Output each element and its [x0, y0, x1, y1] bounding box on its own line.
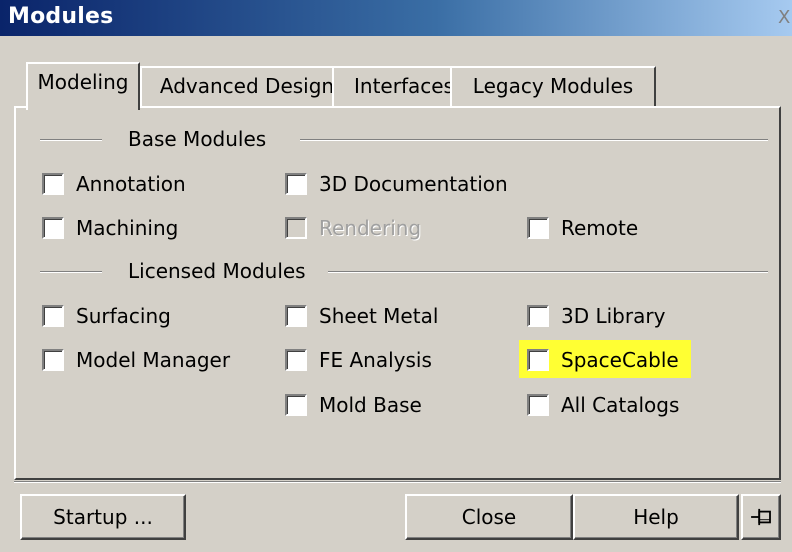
checkbox-box[interactable] [527, 305, 549, 327]
annotation-checkbox[interactable]: Annotation [42, 169, 186, 199]
window-title: Modules [8, 4, 114, 29]
rendering-checkbox: Rendering [285, 213, 421, 243]
pin-button[interactable] [741, 494, 781, 540]
remote-checkbox[interactable]: Remote [527, 213, 638, 243]
spacecable-checkbox[interactable]: SpaceCable [527, 345, 679, 375]
fe-analysis-checkbox[interactable]: FE Analysis [285, 345, 432, 375]
checkbox-box[interactable] [42, 349, 64, 371]
checkbox-box[interactable] [527, 217, 549, 239]
sheet-metal-label: Sheet Metal [319, 304, 439, 328]
button-bar-separator [14, 481, 781, 483]
checkbox-box[interactable] [285, 394, 307, 416]
checkbox-box[interactable] [527, 394, 549, 416]
tab-panel-modeling [14, 106, 781, 480]
checkbox-box[interactable] [527, 349, 549, 371]
tab-advanced-design[interactable]: Advanced Design [140, 66, 354, 106]
licensed-modules-heading: Licensed Modules [124, 259, 310, 283]
fe-analysis-label: FE Analysis [319, 348, 432, 372]
checkbox-box[interactable] [285, 349, 307, 371]
machining-label: Machining [76, 216, 179, 240]
machining-checkbox[interactable]: Machining [42, 213, 178, 243]
spacecable-label: SpaceCable [561, 348, 679, 372]
surfacing-checkbox[interactable]: Surfacing [42, 301, 171, 331]
pin-icon [751, 508, 771, 526]
3d-library-checkbox[interactable]: 3D Library [527, 301, 665, 331]
all-catalogs-checkbox[interactable]: All Catalogs [527, 390, 679, 420]
3d-documentation-label: 3D Documentation [319, 172, 508, 196]
sheet-metal-checkbox[interactable]: Sheet Metal [285, 301, 438, 331]
base-modules-rule-left [40, 139, 102, 141]
checkbox-box[interactable] [42, 217, 64, 239]
title-bar: Modules X [0, 0, 792, 36]
checkbox-box[interactable] [285, 305, 307, 327]
licensed-modules-rule-left [40, 271, 102, 273]
3d-documentation-checkbox[interactable]: 3D Documentation [285, 169, 508, 199]
model-manager-checkbox[interactable]: Model Manager [42, 345, 230, 375]
annotation-label: Annotation [76, 172, 186, 196]
rendering-label: Rendering [319, 216, 422, 240]
checkbox-box[interactable] [42, 305, 64, 327]
remote-label: Remote [561, 216, 639, 240]
model-manager-label: Model Manager [76, 348, 231, 372]
base-modules-heading: Base Modules [124, 127, 271, 151]
checkbox-box [285, 217, 307, 239]
3d-library-label: 3D Library [561, 304, 666, 328]
checkbox-box[interactable] [42, 173, 64, 195]
all-catalogs-label: All Catalogs [561, 393, 680, 417]
close-button[interactable]: Close [405, 494, 573, 540]
base-modules-rule-right [300, 139, 768, 141]
surfacing-label: Surfacing [76, 304, 171, 328]
mold-base-label: Mold Base [319, 393, 422, 417]
tab-legacy-modules[interactable]: Legacy Modules [450, 66, 656, 106]
licensed-modules-rule-right [328, 271, 768, 273]
help-button[interactable]: Help [573, 494, 739, 540]
close-window-icon[interactable]: X [778, 6, 792, 30]
checkbox-box[interactable] [285, 173, 307, 195]
tab-modeling[interactable]: Modeling [26, 62, 140, 110]
mold-base-checkbox[interactable]: Mold Base [285, 390, 422, 420]
startup-button[interactable]: Startup ... [20, 494, 186, 540]
